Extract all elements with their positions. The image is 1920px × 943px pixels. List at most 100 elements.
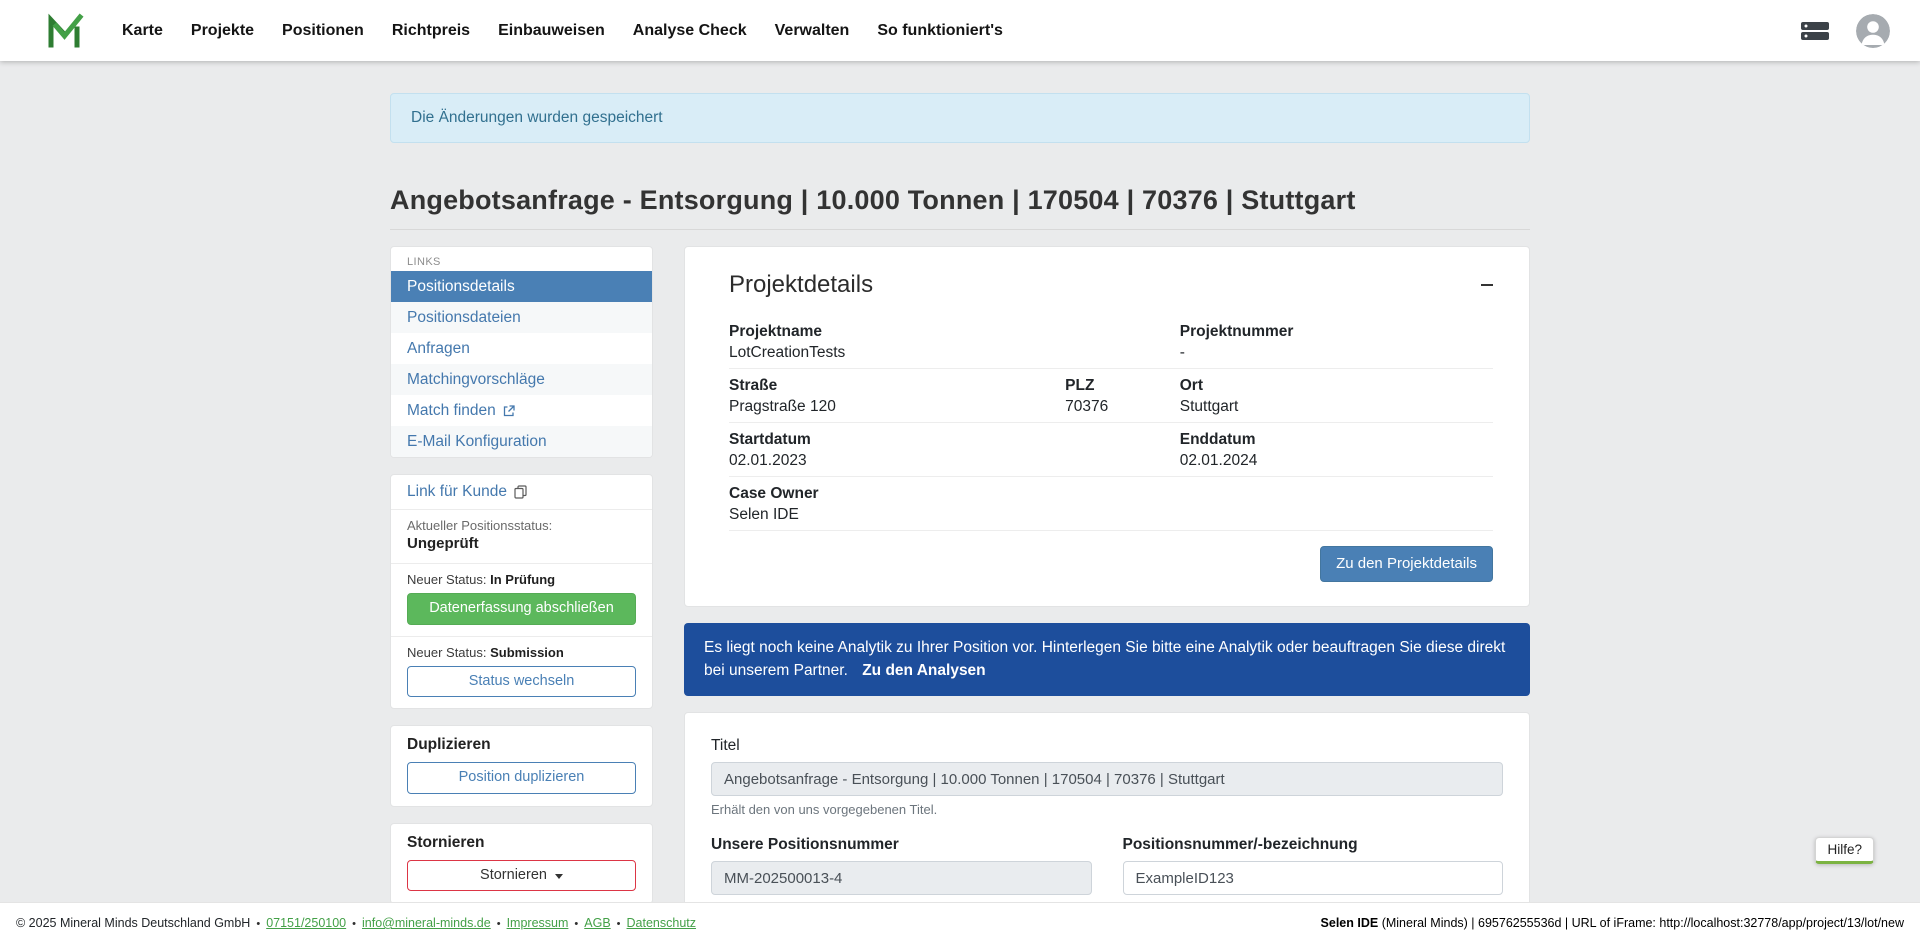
custom-position-number-input[interactable] xyxy=(1123,861,1504,895)
analytics-banner-text: Es liegt noch keine Analytik zu Ihrer Po… xyxy=(704,639,1505,678)
field-projektname: Projektname LotCreationTests xyxy=(729,322,1180,362)
separator-dot xyxy=(352,916,356,930)
collapse-icon-bar xyxy=(1481,284,1493,287)
custom-position-number-label: Positionsnummer/-bezeichnung xyxy=(1123,836,1504,854)
startdatum-value: 02.01.2023 xyxy=(729,451,1180,470)
footer: © 2025 Mineral Minds Deutschland GmbH 07… xyxy=(0,902,1920,943)
sidebar-item-positionsdetails[interactable]: Positionsdetails xyxy=(391,271,652,302)
user-avatar[interactable] xyxy=(1856,14,1890,48)
duplicate-card: Duplizieren Position duplizieren xyxy=(390,725,653,807)
next-status-pruefung-section: Neuer Status: In Prüfung Datenerfassung … xyxy=(391,564,652,637)
field-plz: PLZ 70376 xyxy=(1065,376,1180,416)
sidebar-item-match-finden[interactable]: Match finden xyxy=(391,395,652,426)
next-status-pruefung-text: Neuer Status: In Prüfung xyxy=(407,572,636,587)
go-to-project-details-button[interactable]: Zu den Projektdetails xyxy=(1320,546,1493,582)
duplicate-position-button[interactable]: Position duplizieren xyxy=(407,762,636,794)
cancel-dropdown-button[interactable]: Stornieren xyxy=(407,860,636,892)
next-status-submission-section: Neuer Status: Submission Status wechseln xyxy=(391,637,652,709)
title-divider xyxy=(390,229,1530,230)
server-icon-glyph xyxy=(1800,19,1830,43)
sidebar-item-email-konfiguration[interactable]: E-Mail Konfiguration xyxy=(391,426,652,457)
strasse-value: Pragstraße 120 xyxy=(729,397,1065,416)
sidebar-links-card: LINKS Positionsdetails Positionsdateien … xyxy=(390,246,653,458)
main-nav: Karte Projekte Positionen Richtpreis Ein… xyxy=(108,12,1017,50)
next-status-prefix-2: Neuer Status: xyxy=(407,645,487,660)
enddatum-value: 02.01.2024 xyxy=(1180,451,1493,470)
sidebar-item-positionsdateien[interactable]: Positionsdateien xyxy=(391,302,652,333)
duplicate-card-body: Duplizieren Position duplizieren xyxy=(391,726,652,806)
project-row-name-number: Projektname LotCreationTests Projektnumm… xyxy=(729,315,1493,369)
strasse-label: Straße xyxy=(729,376,1065,395)
nav-item-projekte[interactable]: Projekte xyxy=(177,12,268,50)
projektnummer-value: - xyxy=(1180,343,1493,362)
sidebar-item-anfragen[interactable]: Anfragen xyxy=(391,333,652,364)
go-to-analyses-link[interactable]: Zu den Analysen xyxy=(862,662,985,679)
current-status-label: Aktueller Positionsstatus: xyxy=(407,518,636,533)
footer-left: © 2025 Mineral Minds Deutschland GmbH 07… xyxy=(16,916,696,930)
brand-logo[interactable] xyxy=(44,13,84,49)
help-button[interactable]: Hilfe? xyxy=(1815,837,1874,864)
titel-input xyxy=(711,762,1503,796)
analytics-banner: Es liegt noch keine Analytik zu Ihrer Po… xyxy=(684,623,1530,696)
ort-label: Ort xyxy=(1180,376,1493,395)
plz-value: 70376 xyxy=(1065,397,1180,416)
our-position-number-label: Unsere Positionsnummer xyxy=(711,836,1092,854)
user-avatar-icon xyxy=(1856,14,1890,48)
projektname-label: Projektname xyxy=(729,322,1180,341)
copy-icon xyxy=(514,485,527,499)
content-container: Die Änderungen wurden gespeichert Angebo… xyxy=(390,61,1530,902)
enddatum-label: Enddatum xyxy=(1180,430,1493,449)
nav-item-so-funktionierts[interactable]: So funktioniert's xyxy=(863,12,1017,50)
next-status-prefix: Neuer Status: xyxy=(407,572,487,587)
copyright-text: © 2025 Mineral Minds Deutschland GmbH xyxy=(16,916,250,930)
cancel-card-body: Stornieren Stornieren xyxy=(391,824,652,902)
separator-dot xyxy=(256,916,260,930)
position-number-row: Unsere Positionsnummer Erhält eine syste… xyxy=(711,836,1503,902)
nav-item-positionen[interactable]: Positionen xyxy=(268,12,378,50)
sidebar-item-matchingvorschlaege[interactable]: Matchingvorschläge xyxy=(391,364,652,395)
duplicate-title: Duplizieren xyxy=(407,736,636,754)
footer-link-phone[interactable]: 07151/250100 xyxy=(266,916,346,930)
nav-item-richtpreis[interactable]: Richtpreis xyxy=(378,12,484,50)
sidebar: LINKS Positionsdetails Positionsdateien … xyxy=(390,246,653,902)
cancel-title: Stornieren xyxy=(407,834,636,852)
complete-data-entry-button[interactable]: Datenerfassung abschließen xyxy=(407,593,636,625)
nav-item-verwalten[interactable]: Verwalten xyxy=(761,12,864,50)
project-details-title: Projektdetails xyxy=(729,271,873,299)
project-details-header: Projektdetails xyxy=(729,271,1493,299)
field-strasse: Straße Pragstraße 120 xyxy=(729,376,1065,416)
custom-position-number-field: Positionsnummer/-bezeichnung Z.B. Intern… xyxy=(1123,836,1504,902)
save-success-alert: Die Änderungen wurden gespeichert xyxy=(390,93,1530,143)
startdatum-label: Startdatum xyxy=(729,430,1180,449)
change-status-button[interactable]: Status wechseln xyxy=(407,666,636,698)
plz-label: PLZ xyxy=(1065,376,1180,395)
field-startdatum: Startdatum 02.01.2023 xyxy=(729,430,1180,470)
customer-link-label: Link für Kunde xyxy=(407,483,507,501)
nav-item-einbauweisen[interactable]: Einbauweisen xyxy=(484,12,619,50)
project-actions: Zu den Projektdetails xyxy=(729,546,1493,582)
field-projektnummer: Projektnummer - xyxy=(1180,322,1493,362)
nav-item-analyse-check[interactable]: Analyse Check xyxy=(619,12,761,50)
server-icon[interactable] xyxy=(1800,19,1830,43)
footer-link-impressum[interactable]: Impressum xyxy=(507,916,569,930)
logo-icon xyxy=(44,13,84,49)
separator-dot xyxy=(574,916,578,930)
customer-link[interactable]: Link für Kunde xyxy=(391,475,652,510)
field-ort: Ort Stuttgart xyxy=(1180,376,1493,416)
current-status-value: Ungeprüft xyxy=(407,535,636,552)
footer-link-datenschutz[interactable]: Datenschutz xyxy=(627,916,696,930)
our-position-number-input xyxy=(711,861,1092,895)
collapse-icon[interactable] xyxy=(1475,276,1493,294)
cancel-button-label: Stornieren xyxy=(480,866,547,886)
session-user: Selen IDE xyxy=(1321,916,1379,930)
case-owner-label: Case Owner xyxy=(729,484,1493,503)
page-title: Angebotsanfrage - Entsorgung | 10.000 To… xyxy=(390,185,1530,216)
position-form-card: Titel Erhält den von uns vorgegebenen Ti… xyxy=(684,712,1530,902)
nav-item-karte[interactable]: Karte xyxy=(108,12,177,50)
projektname-value: LotCreationTests xyxy=(729,343,1180,362)
cancel-card: Stornieren Stornieren xyxy=(390,823,653,902)
footer-link-agb[interactable]: AGB xyxy=(584,916,610,930)
field-enddatum: Enddatum 02.01.2024 xyxy=(1180,430,1493,470)
footer-link-email[interactable]: info@mineral-minds.de xyxy=(362,916,491,930)
our-position-number-field: Unsere Positionsnummer Erhält eine syste… xyxy=(711,836,1092,902)
